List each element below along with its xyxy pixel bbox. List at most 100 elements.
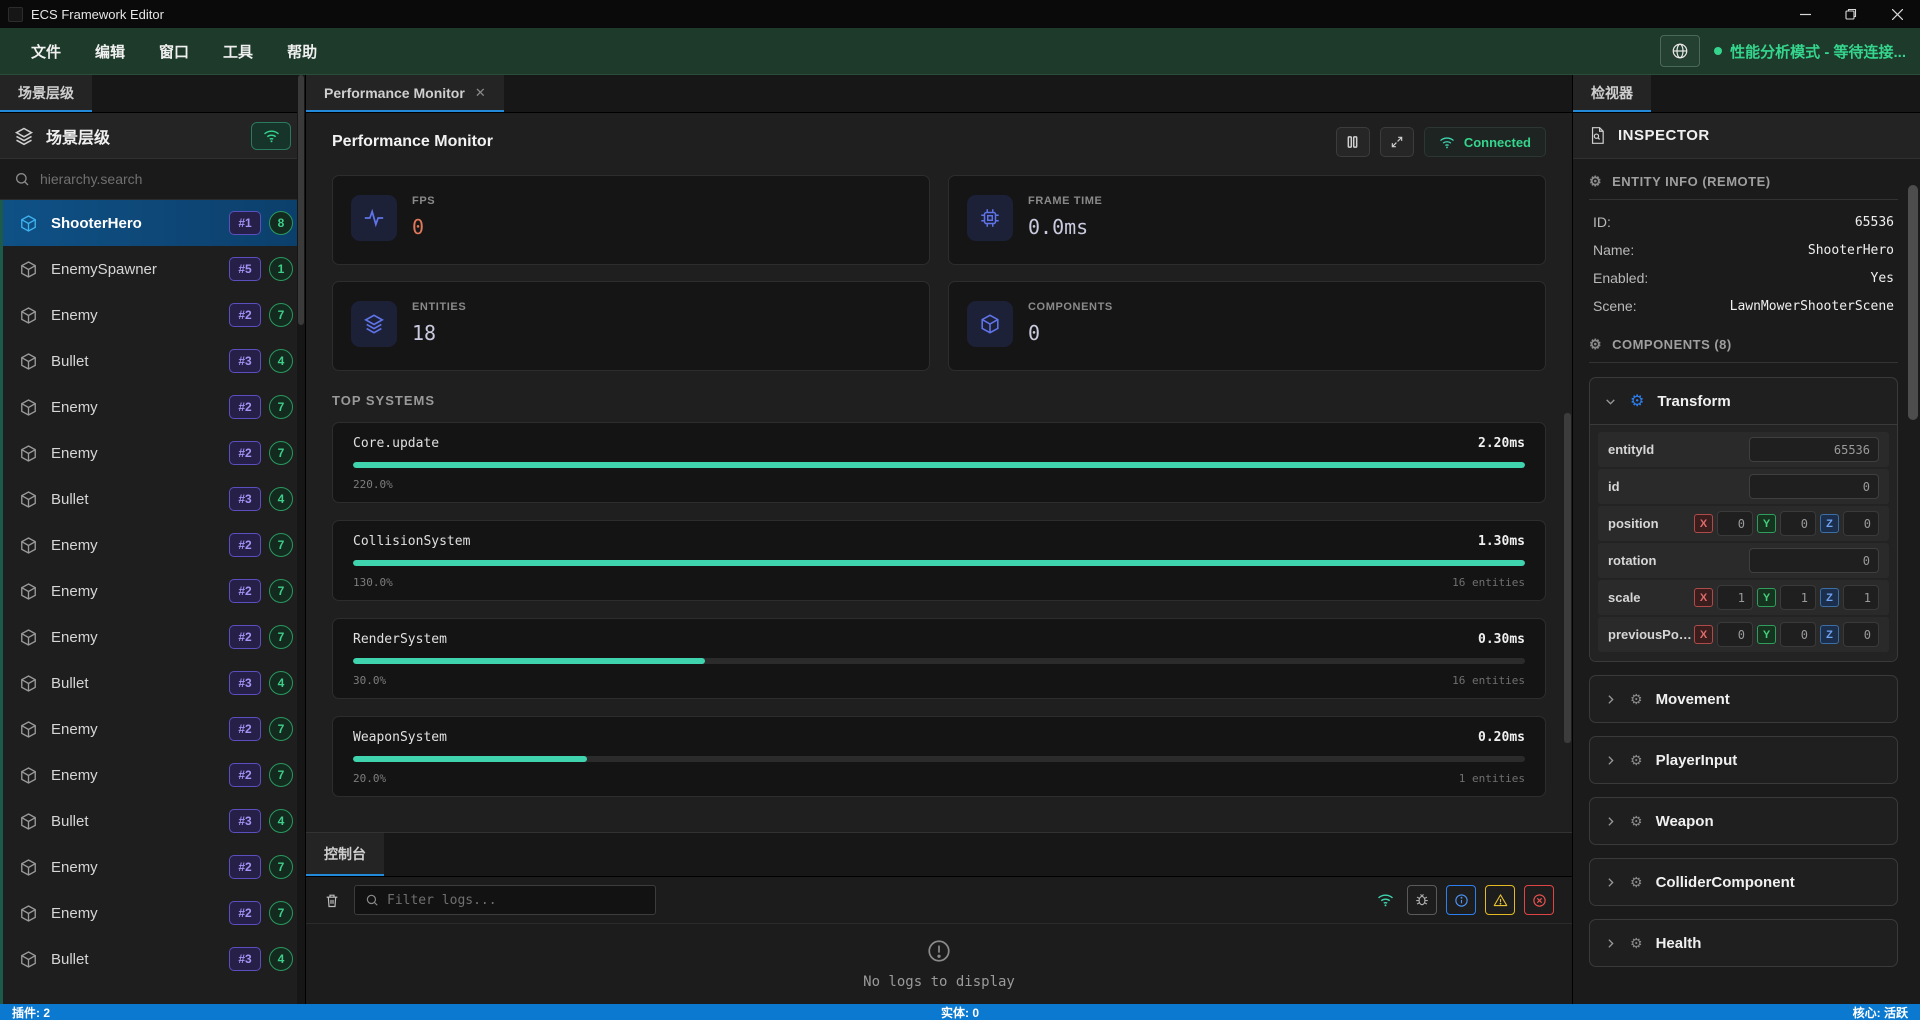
property-number-input[interactable]: 0 bbox=[1749, 548, 1879, 573]
log-filter-error-button[interactable] bbox=[1524, 885, 1554, 915]
component-name: ColliderComponent bbox=[1656, 874, 1795, 891]
axis-z-input[interactable]: 0 bbox=[1843, 511, 1879, 536]
tab-close-icon[interactable]: ✕ bbox=[475, 85, 486, 101]
component-card-transform: ⚙ Transform entityId 65536 bbox=[1589, 377, 1898, 662]
component-header[interactable]: ⚙ PlayerInput bbox=[1590, 737, 1897, 783]
axis-y-badge: Y bbox=[1757, 588, 1776, 607]
hierarchy-connection-button[interactable] bbox=[251, 122, 291, 150]
chevron-right-icon bbox=[1604, 937, 1617, 950]
entity-name: Enemy bbox=[51, 445, 98, 462]
cube-icon bbox=[19, 398, 38, 417]
axis-y-input[interactable]: 0 bbox=[1780, 622, 1816, 647]
tab-scene-hierarchy[interactable]: 场景层级 bbox=[0, 75, 92, 112]
hierarchy-item[interactable]: Enemy #2 7 bbox=[3, 706, 305, 752]
tab-performance-monitor[interactable]: Performance Monitor ✕ bbox=[306, 75, 504, 112]
system-progress-track bbox=[353, 756, 1525, 762]
entity-component-count-badge: 7 bbox=[269, 579, 293, 603]
entity-order-badge: #2 bbox=[229, 533, 261, 557]
stat-label: FRAME TIME bbox=[1028, 195, 1102, 207]
component-header[interactable]: ⚙ Weapon bbox=[1590, 798, 1897, 844]
property-row: rotation 0 bbox=[1598, 543, 1889, 578]
hierarchy-scrollbar[interactable] bbox=[297, 75, 305, 1004]
hierarchy-item[interactable]: Bullet #3 4 bbox=[3, 798, 305, 844]
inspector-scrollbar[interactable] bbox=[1908, 185, 1918, 420]
hierarchy-item[interactable]: Bullet #3 4 bbox=[3, 936, 305, 982]
menu-item[interactable]: 文件 bbox=[14, 33, 78, 70]
hierarchy-item[interactable]: Enemy #2 7 bbox=[3, 522, 305, 568]
axis-x-input[interactable]: 1 bbox=[1717, 585, 1753, 610]
filter-logs-input[interactable]: Filter logs... bbox=[354, 885, 656, 915]
system-progress-fill bbox=[353, 658, 705, 664]
main-scrollbar[interactable] bbox=[1564, 413, 1571, 743]
error-icon bbox=[1532, 893, 1547, 908]
component-header-transform[interactable]: ⚙ Transform bbox=[1590, 378, 1897, 424]
log-filter-warning-button[interactable] bbox=[1485, 885, 1515, 915]
hierarchy-item[interactable]: Bullet #3 4 bbox=[3, 476, 305, 522]
log-filter-debug-button[interactable] bbox=[1407, 885, 1437, 915]
system-progress-track bbox=[353, 560, 1525, 566]
axis-z-input[interactable]: 0 bbox=[1843, 622, 1879, 647]
entity-component-count-badge: 7 bbox=[269, 717, 293, 741]
cube-icon bbox=[19, 214, 38, 233]
hierarchy-item[interactable]: Enemy #2 7 bbox=[3, 430, 305, 476]
pulse-icon bbox=[351, 195, 397, 241]
axis-x-input[interactable]: 0 bbox=[1717, 511, 1753, 536]
entity-order-badge: #2 bbox=[229, 303, 261, 327]
hierarchy-item[interactable]: Enemy #2 7 bbox=[3, 292, 305, 338]
pause-button[interactable] bbox=[1336, 127, 1370, 157]
property-number-input[interactable]: 0 bbox=[1749, 474, 1879, 499]
collapsed-components-list: ⚙ Movement ⚙ PlayerInput bbox=[1589, 675, 1898, 967]
inspector-doc-icon bbox=[1589, 126, 1606, 145]
component-header[interactable]: ⚙ Movement bbox=[1590, 676, 1897, 722]
entity-order-badge: #2 bbox=[229, 763, 261, 787]
minimize-button[interactable] bbox=[1782, 0, 1828, 28]
hierarchy-item[interactable]: Enemy #2 7 bbox=[3, 752, 305, 798]
tab-inspector[interactable]: 检视器 bbox=[1573, 75, 1651, 112]
entity-name: Bullet bbox=[51, 951, 89, 968]
component-header[interactable]: ⚙ ColliderComponent bbox=[1590, 859, 1897, 905]
entity-field-row: ID: 65536 bbox=[1589, 214, 1898, 230]
hierarchy-item[interactable]: Bullet #3 4 bbox=[3, 338, 305, 384]
axis-x-input[interactable]: 0 bbox=[1717, 622, 1753, 647]
menu-item[interactable]: 编辑 bbox=[78, 33, 142, 70]
menu-item[interactable]: 帮助 bbox=[270, 33, 334, 70]
component-header[interactable]: ⚙ Health bbox=[1590, 920, 1897, 966]
entity-component-count-badge: 7 bbox=[269, 303, 293, 327]
axis-y-input[interactable]: 0 bbox=[1780, 511, 1816, 536]
entity-name: Enemy bbox=[51, 537, 98, 554]
hierarchy-item[interactable]: Enemy #2 7 bbox=[3, 890, 305, 936]
systems-list: Core.update 2.20ms 220.0% bbox=[332, 422, 1546, 797]
log-filter-info-button[interactable] bbox=[1446, 885, 1476, 915]
entity-order-badge: #2 bbox=[229, 441, 261, 465]
tab-console[interactable]: 控制台 bbox=[306, 833, 384, 876]
system-card: WeaponSystem 0.20ms 20.0% 1 entities bbox=[332, 716, 1546, 797]
component-gear-icon: ⚙ bbox=[1630, 391, 1644, 411]
console-empty-state: No logs to display bbox=[306, 924, 1572, 1004]
hierarchy-item[interactable]: Enemy #2 7 bbox=[3, 568, 305, 614]
hierarchy-item[interactable]: ShooterHero #1 8 bbox=[0, 200, 305, 246]
menu-item[interactable]: 工具 bbox=[206, 33, 270, 70]
axis-z-input[interactable]: 1 bbox=[1843, 585, 1879, 610]
inspector-body: ⚙ ENTITY INFO (REMOTE) ID: 65536 Name: S… bbox=[1573, 159, 1920, 1004]
pause-icon bbox=[1346, 135, 1359, 149]
hierarchy-search-input[interactable]: hierarchy.search bbox=[0, 159, 305, 200]
property-number-input[interactable]: 65536 bbox=[1749, 437, 1879, 462]
hierarchy-item[interactable]: Bullet #3 4 bbox=[3, 660, 305, 706]
hierarchy-item[interactable]: Enemy #2 7 bbox=[3, 614, 305, 660]
clear-logs-button[interactable] bbox=[324, 892, 340, 909]
remote-logs-wifi-icon[interactable] bbox=[1377, 893, 1394, 907]
hierarchy-item[interactable]: Enemy #2 7 bbox=[3, 384, 305, 430]
close-button[interactable] bbox=[1874, 0, 1920, 28]
menu-item[interactable]: 窗口 bbox=[142, 33, 206, 70]
globe-button[interactable] bbox=[1660, 35, 1700, 67]
info-icon bbox=[1454, 893, 1469, 908]
cube-icon bbox=[19, 352, 38, 371]
expand-button[interactable] bbox=[1380, 127, 1414, 157]
chevron-right-icon bbox=[1604, 876, 1617, 889]
maximize-button[interactable] bbox=[1828, 0, 1874, 28]
hierarchy-item[interactable]: Enemy #2 7 bbox=[3, 844, 305, 890]
entity-name: Bullet bbox=[51, 353, 89, 370]
property-row: scale X 1 Y 1 Z 1 bbox=[1598, 580, 1889, 615]
axis-y-input[interactable]: 1 bbox=[1780, 585, 1816, 610]
hierarchy-item[interactable]: EnemySpawner #5 1 bbox=[3, 246, 305, 292]
